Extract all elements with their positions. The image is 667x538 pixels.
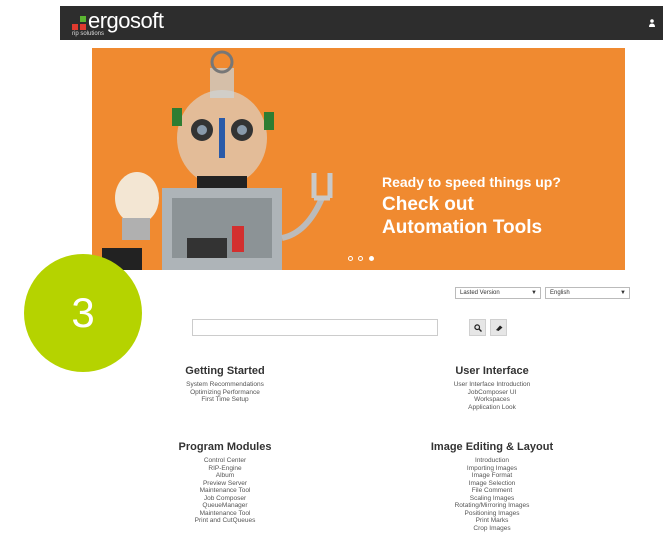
section-link[interactable]: Image Selection [420, 480, 564, 488]
search-icon [473, 323, 482, 332]
section-user-interface: User Interface User Interface Introducti… [427, 365, 557, 411]
section-title: Getting Started [185, 365, 265, 377]
section-program-modules: Program Modules Control Center RIP-Engin… [160, 441, 290, 525]
section-link[interactable]: Print and CutQueues [160, 517, 290, 525]
section-link[interactable]: Image Format [420, 472, 564, 480]
section-link[interactable]: File Comment [420, 487, 564, 495]
banner-line-2: Check out [382, 194, 474, 215]
banner-headline: Ready to speed things up? Check out Auto… [382, 174, 561, 239]
section-link[interactable]: Crop Images [420, 525, 564, 533]
section-link[interactable]: Album [160, 472, 290, 480]
section-link[interactable]: Positioning Images [420, 510, 564, 518]
section-link[interactable]: User Interface Introduction [427, 381, 557, 389]
section-link[interactable]: Preview Server [160, 480, 290, 488]
version-select-value: Lasted Version [460, 290, 500, 296]
clear-button[interactable] [490, 319, 507, 336]
promo-banner[interactable]: Ready to speed things up? Check out Auto… [92, 48, 625, 270]
section-link[interactable]: Maintenance Tool [160, 487, 290, 495]
chevron-down-icon: ▼ [531, 290, 537, 296]
chevron-down-icon: ▼ [620, 290, 626, 296]
section-image-editing-layout: Image Editing & Layout Introduction Impo… [420, 441, 564, 532]
section-link[interactable]: Scaling Images [420, 495, 564, 503]
step-number-badge: 3 [24, 254, 142, 372]
section-link[interactable]: Workspaces [427, 396, 557, 404]
version-select[interactable]: Lasted Version ▼ [455, 287, 541, 299]
section-link[interactable]: JobComposer UI [427, 389, 557, 397]
banner-line-3: Automation Tools [382, 217, 543, 238]
ergosoft-logo[interactable]: ergosoft rip solutions [72, 8, 182, 38]
language-select[interactable]: English ▼ [545, 287, 630, 299]
section-link[interactable]: QueueManager [160, 502, 290, 510]
section-link[interactable]: Application Look [427, 404, 557, 412]
language-select-value: English [550, 290, 570, 296]
section-link[interactable]: Control Center [160, 457, 290, 465]
section-title: Program Modules [178, 441, 272, 453]
section-link[interactable]: Importing Images [420, 465, 564, 473]
section-link[interactable]: First Time Setup [160, 396, 290, 404]
section-title: User Interface [455, 365, 529, 377]
section-link[interactable]: Maintenance Tool [160, 510, 290, 518]
section-link[interactable]: Job Composer [160, 495, 290, 503]
carousel-dot-3[interactable] [368, 256, 374, 261]
section-getting-started: Getting Started System Recommendations O… [160, 365, 290, 404]
eraser-icon [495, 325, 502, 331]
user-icon[interactable] [649, 19, 655, 27]
section-link[interactable]: System Recommendations [160, 381, 290, 389]
section-link[interactable]: Rotating/Mirroring Images [420, 502, 564, 510]
search-button[interactable] [469, 319, 486, 336]
section-link[interactable]: Optimizing Performance [160, 389, 290, 397]
carousel-indicators [348, 248, 375, 266]
banner-line-1: Ready to speed things up? [382, 174, 561, 190]
section-link[interactable]: RIP-Engine [160, 465, 290, 473]
search-input[interactable] [192, 319, 438, 336]
logo-subtext: rip solutions [72, 31, 105, 37]
section-link[interactable]: Introduction [420, 457, 564, 465]
carousel-dot-2[interactable] [358, 256, 364, 261]
logo-mark-icon [72, 16, 86, 30]
carousel-dot-1[interactable] [348, 256, 353, 261]
section-link[interactable]: Print Marks [420, 517, 564, 525]
top-header-bar: ergosoft rip solutions [60, 6, 663, 40]
section-title: Image Editing & Layout [430, 441, 554, 453]
